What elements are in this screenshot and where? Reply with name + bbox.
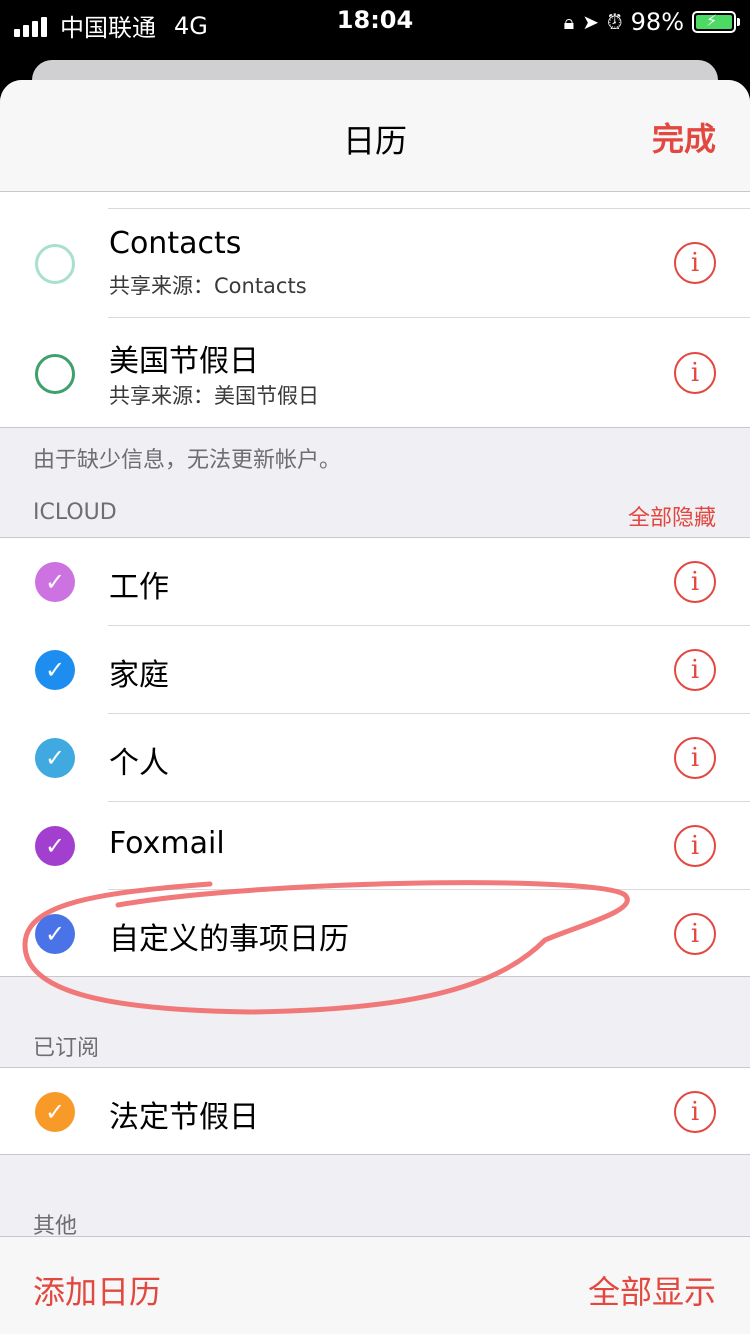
info-icon[interactable]: i bbox=[674, 352, 716, 394]
calendar-row-us-holidays[interactable]: 美国节假日 共享来源：美国节假日 i bbox=[0, 318, 750, 428]
show-all-button[interactable]: 全部显示 bbox=[588, 1267, 716, 1313]
add-calendar-button[interactable]: 添加日历 bbox=[33, 1267, 161, 1313]
done-button[interactable]: 完成 bbox=[652, 114, 716, 160]
status-right: 🔒︎ ➤ ⏰︎ 98% ⚡︎ bbox=[556, 8, 740, 36]
calendar-name: Foxmail bbox=[109, 826, 225, 861]
calendar-name: 家庭 bbox=[109, 658, 169, 693]
orientation-lock-icon: 🔒︎ bbox=[563, 10, 575, 34]
bottom-toolbar: 添加日历 全部显示 bbox=[0, 1236, 750, 1334]
info-icon[interactable]: i bbox=[674, 1091, 716, 1133]
calendar-toggle-circle[interactable] bbox=[35, 244, 75, 284]
shared-calendars-group: Contacts 共享来源：Contacts i 美国节假日 共享来源：美国节假… bbox=[0, 192, 750, 428]
info-icon[interactable]: i bbox=[674, 913, 716, 955]
battery-charging-icon: ⚡︎ bbox=[692, 11, 740, 33]
hide-all-button[interactable]: 全部隐藏 bbox=[628, 500, 716, 532]
checked-circle-icon[interactable]: ✓ bbox=[35, 1092, 75, 1132]
icloud-calendars-group: ✓ 工作 i ✓ 家庭 i ✓ 个人 i ✓ Foxmail i ✓ 自定义的事… bbox=[0, 537, 750, 977]
calendar-row-custom[interactable]: ✓ 自定义的事项日历 i bbox=[0, 890, 750, 978]
info-icon[interactable]: i bbox=[674, 737, 716, 779]
calendar-sheet: 日历 完成 Contacts 共享来源：Contacts i 美国节假日 共享来… bbox=[0, 80, 750, 1334]
checked-circle-icon[interactable]: ✓ bbox=[35, 650, 75, 690]
location-icon: ➤ bbox=[582, 10, 600, 34]
checked-circle-icon[interactable]: ✓ bbox=[35, 562, 75, 602]
calendar-row-work[interactable]: ✓ 工作 i bbox=[0, 538, 750, 626]
account-error-notice: 由于缺少信息，无法更新帐户。 bbox=[33, 448, 342, 473]
info-icon[interactable]: i bbox=[674, 242, 716, 284]
page-title: 日历 bbox=[342, 122, 407, 160]
checked-circle-icon[interactable]: ✓ bbox=[35, 826, 75, 866]
calendar-name: 法定节假日 bbox=[109, 1100, 259, 1135]
info-icon[interactable]: i bbox=[674, 825, 716, 867]
info-icon[interactable]: i bbox=[674, 561, 716, 603]
calendar-name: Contacts bbox=[109, 226, 242, 261]
calendar-row-statutory-holidays[interactable]: ✓ 法定节假日 i bbox=[0, 1068, 750, 1156]
calendar-row-family[interactable]: ✓ 家庭 i bbox=[0, 626, 750, 714]
calendar-name: 自定义的事项日历 bbox=[109, 922, 349, 957]
navigation-bar: 日历 完成 bbox=[0, 80, 750, 192]
calendar-toggle-circle[interactable] bbox=[35, 354, 75, 394]
calendar-row-personal[interactable]: ✓ 个人 i bbox=[0, 714, 750, 802]
alarm-icon: ⏰︎ bbox=[607, 10, 623, 34]
calendar-source: 共享来源：Contacts bbox=[109, 274, 307, 298]
icloud-section-header: ICLOUD bbox=[33, 500, 117, 525]
info-icon[interactable]: i bbox=[674, 649, 716, 691]
calendar-row-contacts[interactable]: Contacts 共享来源：Contacts i bbox=[0, 208, 750, 318]
subscribed-section-header: 已订阅 bbox=[33, 1036, 100, 1061]
battery-percent: 98% bbox=[630, 8, 684, 36]
calendar-row-foxmail[interactable]: ✓ Foxmail i bbox=[0, 802, 750, 890]
calendar-source: 共享来源：美国节假日 bbox=[109, 384, 319, 408]
calendar-name: 个人 bbox=[109, 746, 169, 781]
calendar-name: 美国节假日 bbox=[109, 344, 259, 379]
subscribed-calendars-group: ✓ 法定节假日 i bbox=[0, 1067, 750, 1155]
calendar-name: 工作 bbox=[109, 570, 169, 605]
status-bar: 中国联通 4G 18:04 🔒︎ ➤ ⏰︎ 98% ⚡︎ bbox=[0, 0, 750, 44]
checked-circle-icon[interactable]: ✓ bbox=[35, 914, 75, 954]
checked-circle-icon[interactable]: ✓ bbox=[35, 738, 75, 778]
